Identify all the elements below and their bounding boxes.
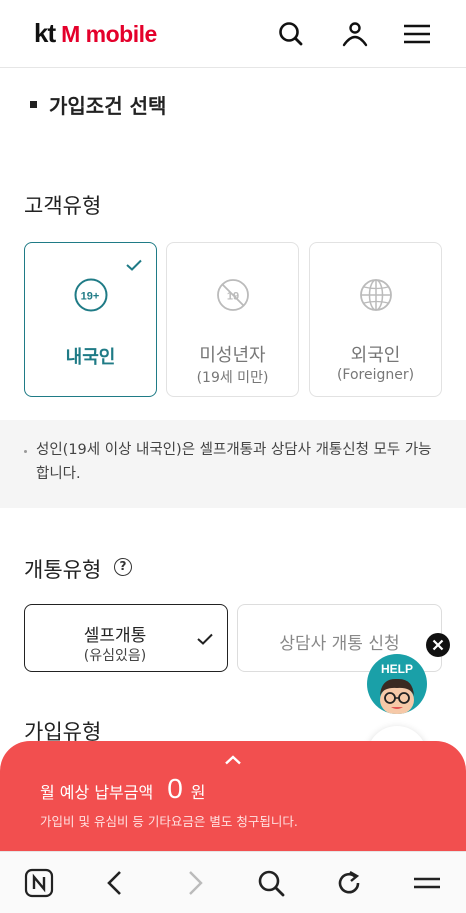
back-icon[interactable] <box>98 866 132 900</box>
forward-icon[interactable] <box>178 866 212 900</box>
browser-toolbar <box>0 851 466 913</box>
open-type-label: 셀프개통 <box>83 626 147 646</box>
bullet-icon <box>30 101 37 108</box>
customer-type-info: 성인(19세 이상 내국인)은 셀프개통과 상담사 개통신청 모두 가능합니다. <box>0 420 466 508</box>
close-icon <box>432 639 444 651</box>
customer-type-label: 미성년자 <box>199 345 266 366</box>
open-type-option-self[interactable]: 셀프개통 (유심있음) <box>24 604 228 672</box>
check-icon <box>126 259 142 271</box>
monthly-payment-note: 가입비 및 유심비 등 기타요금은 별도 청구됩니다. <box>40 814 298 829</box>
customer-type-sublabel: (19세 미만) <box>196 370 269 386</box>
search-icon[interactable] <box>276 19 306 49</box>
user-icon[interactable] <box>340 19 370 49</box>
help-chatbot-button[interactable]: HELP <box>367 654 427 714</box>
chevron-up-icon[interactable] <box>224 755 242 765</box>
logo-m-mobile: M mobile <box>61 21 157 47</box>
tabs-menu-icon[interactable] <box>410 866 444 900</box>
helper-avatar-icon <box>380 678 414 714</box>
site-header: kt M mobile <box>0 0 466 68</box>
help-circle-icon[interactable]: ? <box>114 558 132 576</box>
close-help-button[interactable] <box>426 633 450 657</box>
menu-icon[interactable] <box>402 19 432 49</box>
svg-text:19+: 19+ <box>80 291 99 303</box>
monthly-payment-sheet[interactable]: 월 예상 납부금액 0 원 가입비 및 유심비 등 기타요금은 별도 청구됩니다… <box>0 741 466 851</box>
monthly-payment-amount: 0 <box>167 773 183 804</box>
age-19-plus-icon: 19+ <box>74 278 107 312</box>
open-type-sublabel: (유심있음) <box>83 648 147 664</box>
age-19-restricted-icon: 19 <box>216 279 249 311</box>
search-icon[interactable] <box>254 866 288 900</box>
customer-type-option-domestic[interactable]: 19+ 내국인 <box>24 242 157 397</box>
customer-type-label: 외국인 <box>350 345 401 366</box>
monthly-payment-label: 월 예상 납부금액 <box>40 783 154 802</box>
customer-type-option-minor[interactable]: 19 미성년자 (19세 미만) <box>166 242 299 397</box>
customer-type-heading: 고객유형 <box>24 194 102 218</box>
customer-type-sublabel: (Foreigner) <box>336 367 415 383</box>
check-icon <box>197 633 213 645</box>
globe-icon <box>359 279 392 311</box>
monthly-payment-unit: 원 <box>190 783 206 802</box>
logo-kt: kt <box>34 18 56 48</box>
customer-type-label: 내국인 <box>65 347 116 368</box>
naver-home-icon[interactable] <box>22 866 56 900</box>
info-bullet-icon <box>24 450 27 453</box>
reload-icon[interactable] <box>332 866 366 900</box>
open-type-label: 상담사 개통 신청 <box>279 634 400 654</box>
svg-text:19: 19 <box>226 291 238 303</box>
kt-m-mobile-logo[interactable]: kt M mobile <box>34 18 157 50</box>
customer-type-option-foreigner[interactable]: 외국인 (Foreigner) <box>309 242 442 397</box>
section-title: 가입조건 선택 <box>49 94 167 118</box>
section-heading: 가입조건 선택 <box>30 90 166 119</box>
open-type-heading: 개통유형 <box>24 558 102 582</box>
customer-type-info-text: 성인(19세 이상 내국인)은 셀프개통과 상담사 개통신청 모두 가능합니다. <box>36 442 432 482</box>
monthly-payment-row: 월 예상 납부금액 0 원 <box>40 773 206 805</box>
